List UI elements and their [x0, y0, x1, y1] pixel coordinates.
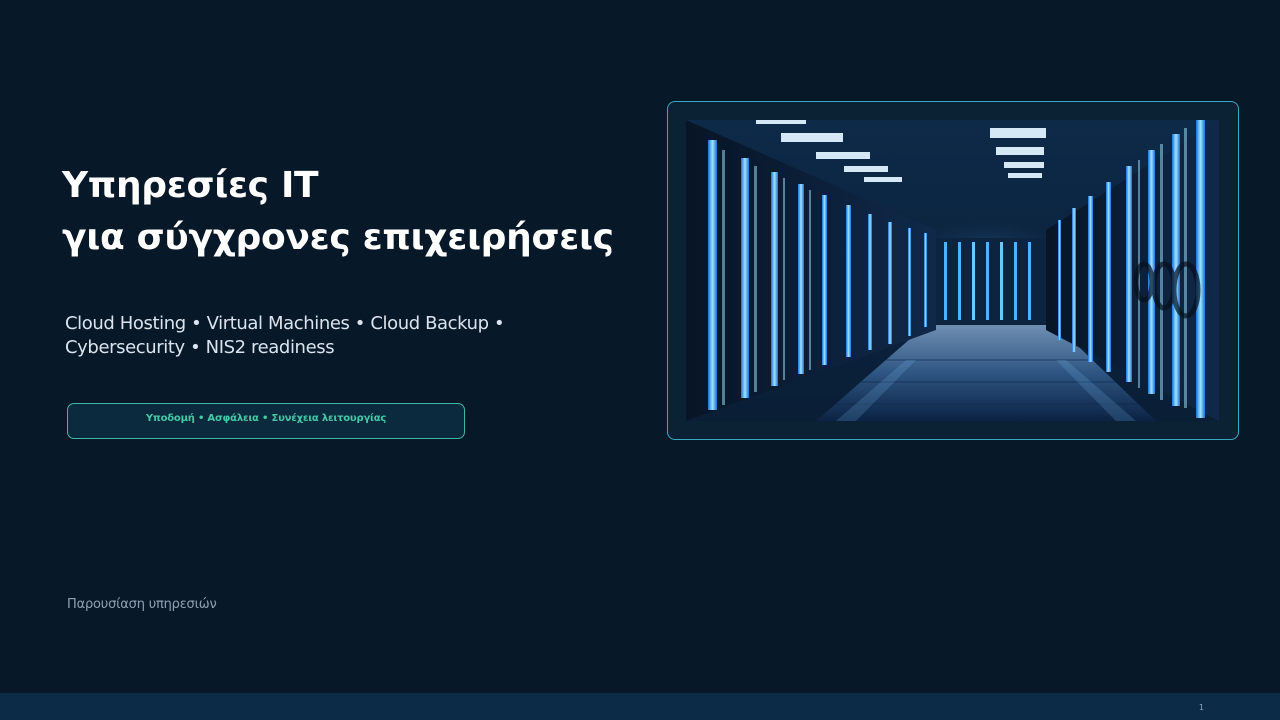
title-line-1: Υπηρεσίες IT [62, 165, 319, 206]
subtitle-line-2: Cybersecurity • NIS2 readiness [65, 337, 335, 358]
tagline-badge: Υποδομή • Ασφάλεια • Συνέχεια λειτουργία… [67, 403, 465, 439]
title-line-2: για σύγχρονες επιχειρήσεις [62, 217, 614, 258]
slide: Υπηρεσίες IT για σύγχρονες επιχειρήσεις … [0, 0, 1280, 720]
subtitle-line-1: Cloud Hosting • Virtual Machines • Cloud… [65, 313, 505, 334]
image-frame [667, 101, 1239, 440]
presentation-label: Παρουσίαση υπηρεσιών [67, 597, 217, 612]
services-subtitle: Cloud Hosting • Virtual Machines • Cloud… [65, 312, 535, 360]
bottom-bar: 1 [0, 693, 1280, 720]
page-title: Υπηρεσίες IT για σύγχρονες επιχειρήσεις [62, 160, 614, 264]
server-room-photo-icon [686, 120, 1219, 421]
page-number: 1 [1198, 703, 1204, 712]
tagline-text: Υποδομή • Ασφάλεια • Συνέχεια λειτουργία… [145, 413, 387, 424]
